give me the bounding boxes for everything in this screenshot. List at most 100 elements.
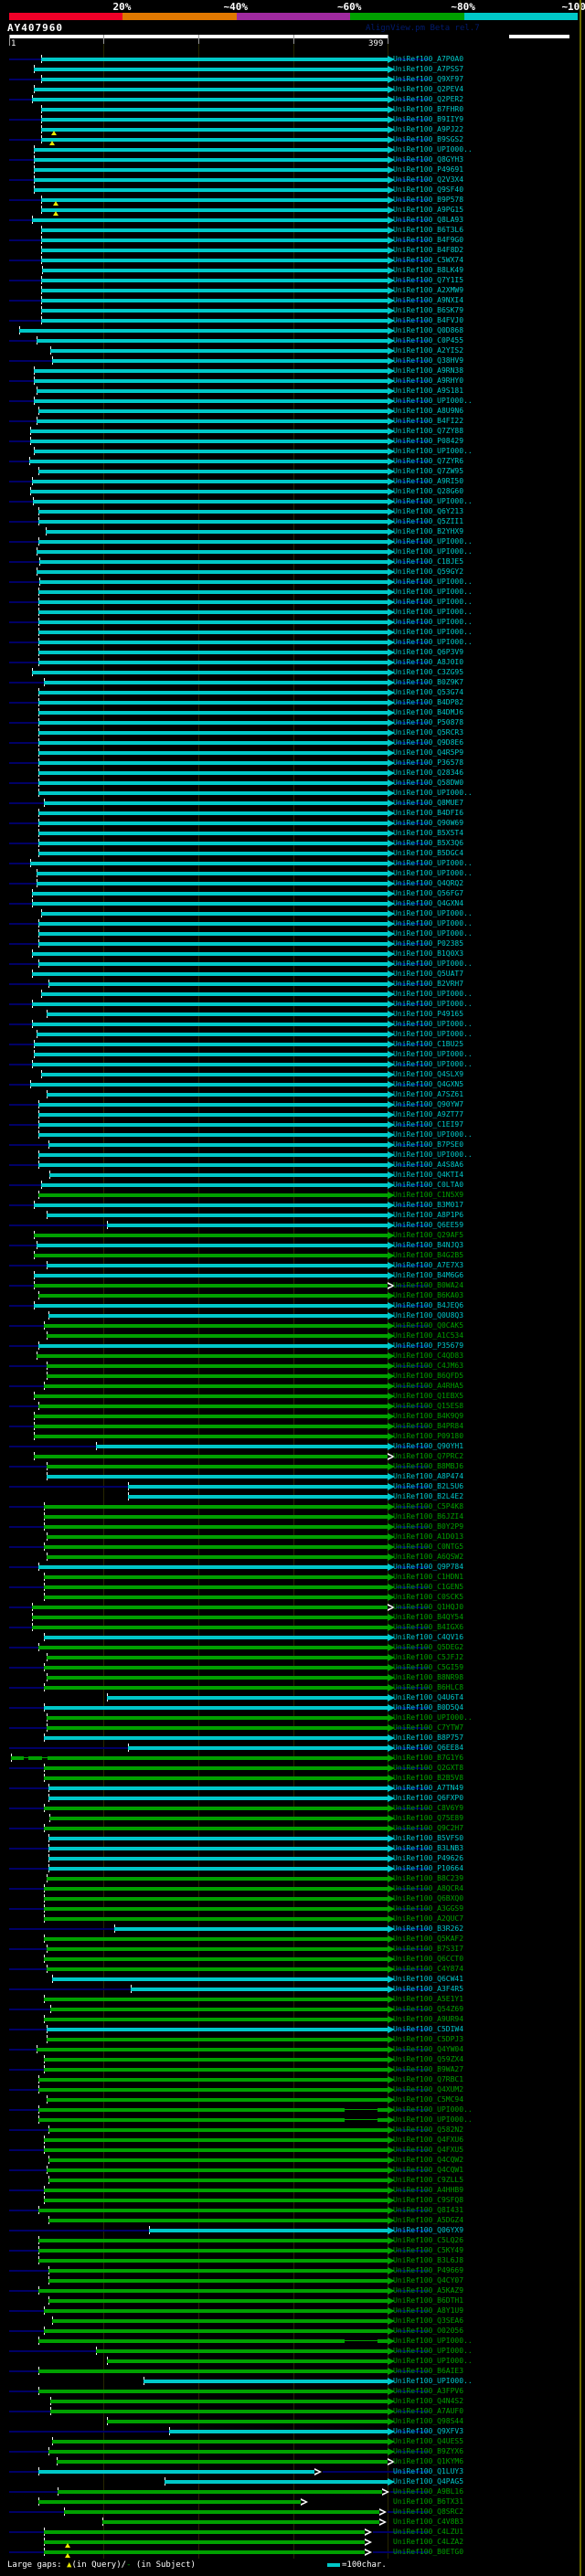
hit-label[interactable]: UniRef100_C5WX74 [393, 256, 463, 265]
hit-label[interactable]: UniRef100_B6HLC8 [393, 1683, 463, 1692]
hit-label[interactable]: UniRef100_C0LTA0 [393, 1181, 463, 1190]
alignment-row[interactable]: UniRef100_B6KA03 [0, 1290, 585, 1300]
alignment-row[interactable]: UniRef100_O02056 [0, 2326, 585, 2336]
hit-label[interactable]: UniRef100_A7E7X3 [393, 1261, 463, 1270]
alignment-row[interactable]: UniRef100_B0WA24 [0, 1280, 585, 1290]
hit-label[interactable]: UniRef100_B4M6G6 [393, 1271, 463, 1280]
hit-label[interactable]: UniRef100_Q75E89 [393, 1814, 463, 1823]
alignment-row[interactable]: UniRef100_Q90YW7 [0, 1099, 585, 1109]
hit-label[interactable]: UniRef100_UPI000.. [393, 598, 473, 607]
hit-label[interactable]: UniRef100_UPI000.. [393, 628, 473, 637]
hit-label[interactable]: UniRef100_Q4QRQ2 [393, 879, 463, 888]
alignment-row[interactable]: UniRef100_C0LTA0 [0, 1180, 585, 1190]
hit-label[interactable]: UniRef100_B4IGX6 [393, 1623, 463, 1632]
hit-label[interactable]: UniRef100_Q3SEA6 [393, 2316, 463, 2326]
alignment-row[interactable]: UniRef100_P09180 [0, 1431, 585, 1441]
hit-label[interactable]: UniRef100_A5KAZ9 [393, 2286, 463, 2295]
alignment-row[interactable]: UniRef100_Q54Z69 [0, 2004, 585, 2014]
alignment-row[interactable]: UniRef100_Q59GY2 [0, 567, 585, 577]
hit-label[interactable]: UniRef100_Q6BXQ0 [393, 1894, 463, 1903]
hit-label[interactable]: UniRef100_Q2PER2 [393, 95, 463, 104]
hit-label[interactable]: UniRef100_Q90YH1 [393, 1442, 463, 1451]
hit-label[interactable]: UniRef100_UPI000.. [393, 929, 473, 938]
hit-label[interactable]: UniRef100_B4QY54 [393, 1613, 463, 1622]
alignment-row[interactable]: UniRef100_C5JFJ2 [0, 1652, 585, 1662]
hit-label[interactable]: UniRef100_UPI000.. [393, 869, 473, 878]
hit-label[interactable]: UniRef100_C5P4K8 [393, 1502, 463, 1511]
alignment-row[interactable]: UniRef100_Q75E89 [0, 1813, 585, 1823]
hit-label[interactable]: UniRef100_C4LZU1 [393, 2528, 463, 2537]
hit-label[interactable]: UniRef100_Q8SRC2 [393, 2507, 463, 2517]
alignment-row[interactable]: UniRef100_UPI000.. [0, 1129, 585, 1140]
hit-label[interactable]: UniRef100_B3R262 [393, 1924, 463, 1934]
alignment-row[interactable]: UniRef100_A9BL16 [0, 2486, 585, 2496]
hit-label[interactable]: UniRef100_UPI000.. [393, 588, 473, 597]
alignment-row[interactable]: UniRef100_UPI000.. [0, 496, 585, 506]
alignment-row[interactable]: UniRef100_A9S181 [0, 386, 585, 396]
alignment-row[interactable]: UniRef100_A7SZ61 [0, 1089, 585, 1099]
hit-label[interactable]: UniRef100_Q54Z69 [393, 2005, 463, 2014]
alignment-row[interactable]: UniRef100_B9WA27 [0, 2064, 585, 2074]
alignment-row[interactable]: UniRef100_B4DFI6 [0, 808, 585, 818]
alignment-row[interactable]: UniRef100_UPI000.. [0, 607, 585, 617]
hit-label[interactable]: UniRef100_Q7PRC2 [393, 1452, 463, 1461]
hit-label[interactable]: UniRef100_C4QD83 [393, 1352, 463, 1361]
alignment-row[interactable]: UniRef100_P49669 [0, 2265, 585, 2275]
alignment-row[interactable]: UniRef100_Q9XFV3 [0, 2426, 585, 2436]
alignment-row[interactable]: UniRef100_C1HDN1 [0, 1572, 585, 1582]
alignment-row[interactable]: UniRef100_Q2V3X4 [0, 175, 585, 185]
alignment-row[interactable]: UniRef100_C5MC94 [0, 2094, 585, 2104]
alignment-row[interactable]: UniRef100_A5KAZ9 [0, 2285, 585, 2295]
alignment-row[interactable]: UniRef100_Q4GXN4 [0, 898, 585, 908]
hit-label[interactable]: UniRef100_A9UR94 [393, 2015, 463, 2024]
alignment-row[interactable]: UniRef100_Q5UAT7 [0, 969, 585, 979]
alignment-row[interactable]: UniRef100_Q4CQW2 [0, 2155, 585, 2165]
hit-label[interactable]: UniRef100_A2XMW9 [393, 286, 463, 295]
alignment-row[interactable]: UniRef100_B5X5T4 [0, 828, 585, 838]
alignment-row[interactable]: UniRef100_UPI000.. [0, 2376, 585, 2386]
alignment-row[interactable]: UniRef100_B7FHR0 [0, 104, 585, 114]
hit-label[interactable]: UniRef100_B9IIY9 [393, 115, 463, 124]
alignment-row[interactable]: UniRef100_Q5DEG2 [0, 1642, 585, 1652]
alignment-row[interactable]: UniRef100_B6QFD5 [0, 1371, 585, 1381]
hit-label[interactable]: UniRef100_B6AIE3 [393, 2367, 463, 2376]
alignment-row[interactable]: UniRef100_UPI000.. [0, 536, 585, 546]
hit-label[interactable]: UniRef100_P50878 [393, 718, 463, 727]
alignment-row[interactable]: UniRef100_P10664 [0, 1863, 585, 1873]
hit-label[interactable]: UniRef100_Q4N4S2 [393, 2397, 463, 2406]
hit-label[interactable]: UniRef100_B4FVJ0 [393, 316, 463, 325]
hit-label[interactable]: UniRef100_A8J0I0 [393, 658, 463, 667]
hit-label[interactable]: UniRef100_B4PR84 [393, 1422, 463, 1431]
hit-label[interactable]: UniRef100_B2L4E2 [393, 1492, 463, 1501]
hit-label[interactable]: UniRef100_A6QSW2 [393, 1553, 463, 1562]
alignment-row[interactable]: UniRef100_B4IGX6 [0, 1622, 585, 1632]
alignment-row[interactable]: UniRef100_B9P578 [0, 195, 585, 206]
hit-label[interactable]: UniRef100_Q38HV9 [393, 356, 463, 366]
alignment-row[interactable]: UniRef100_C3ZG95 [0, 667, 585, 677]
hit-label[interactable]: UniRef100_UPI000.. [393, 618, 473, 627]
hit-label[interactable]: UniRef100_Q4FXU5 [393, 2146, 463, 2155]
alignment-row[interactable]: UniRef100_A8QCR4 [0, 1883, 585, 1893]
alignment-row[interactable]: UniRef100_Q4CY07 [0, 2275, 585, 2285]
hit-label[interactable]: UniRef100_B7S3I7 [393, 1945, 463, 1954]
alignment-row[interactable]: UniRef100_UPI000.. [0, 1150, 585, 1160]
hit-label[interactable]: UniRef100_P49626 [393, 1854, 463, 1863]
hit-label[interactable]: UniRef100_A9ZT77 [393, 1110, 463, 1119]
hit-label[interactable]: UniRef100_B3L6J8 [393, 2256, 463, 2265]
hit-label[interactable]: UniRef100_A5E1Y1 [393, 1995, 463, 2004]
hit-label[interactable]: UniRef100_B6TX31 [393, 2497, 463, 2507]
hit-label[interactable]: UniRef100_A5DGZ4 [393, 2216, 463, 2225]
alignment-row[interactable]: UniRef100_Q29AF5 [0, 1230, 585, 1240]
hit-label[interactable]: UniRef100_Q0D868 [393, 326, 463, 335]
hit-label[interactable]: UniRef100_UPI000.. [393, 1020, 473, 1029]
hit-label[interactable]: UniRef100_Q4CQW1 [393, 2166, 463, 2175]
alignment-row[interactable]: UniRef100_A7TN49 [0, 1783, 585, 1793]
alignment-row[interactable]: UniRef100_UPI000.. [0, 858, 585, 868]
hit-label[interactable]: UniRef100_B2VRH7 [393, 980, 463, 989]
alignment-row[interactable]: UniRef100_B4FI22 [0, 416, 585, 426]
alignment-row[interactable]: UniRef100_C0P455 [0, 335, 585, 345]
alignment-row[interactable]: UniRef100_Q4UES5 [0, 2436, 585, 2446]
alignment-row[interactable]: UniRef100_P35679 [0, 1341, 585, 1351]
alignment-row[interactable]: UniRef100_C4V8B3 [0, 2517, 585, 2527]
alignment-row[interactable]: UniRef100_B3M017 [0, 1200, 585, 1210]
